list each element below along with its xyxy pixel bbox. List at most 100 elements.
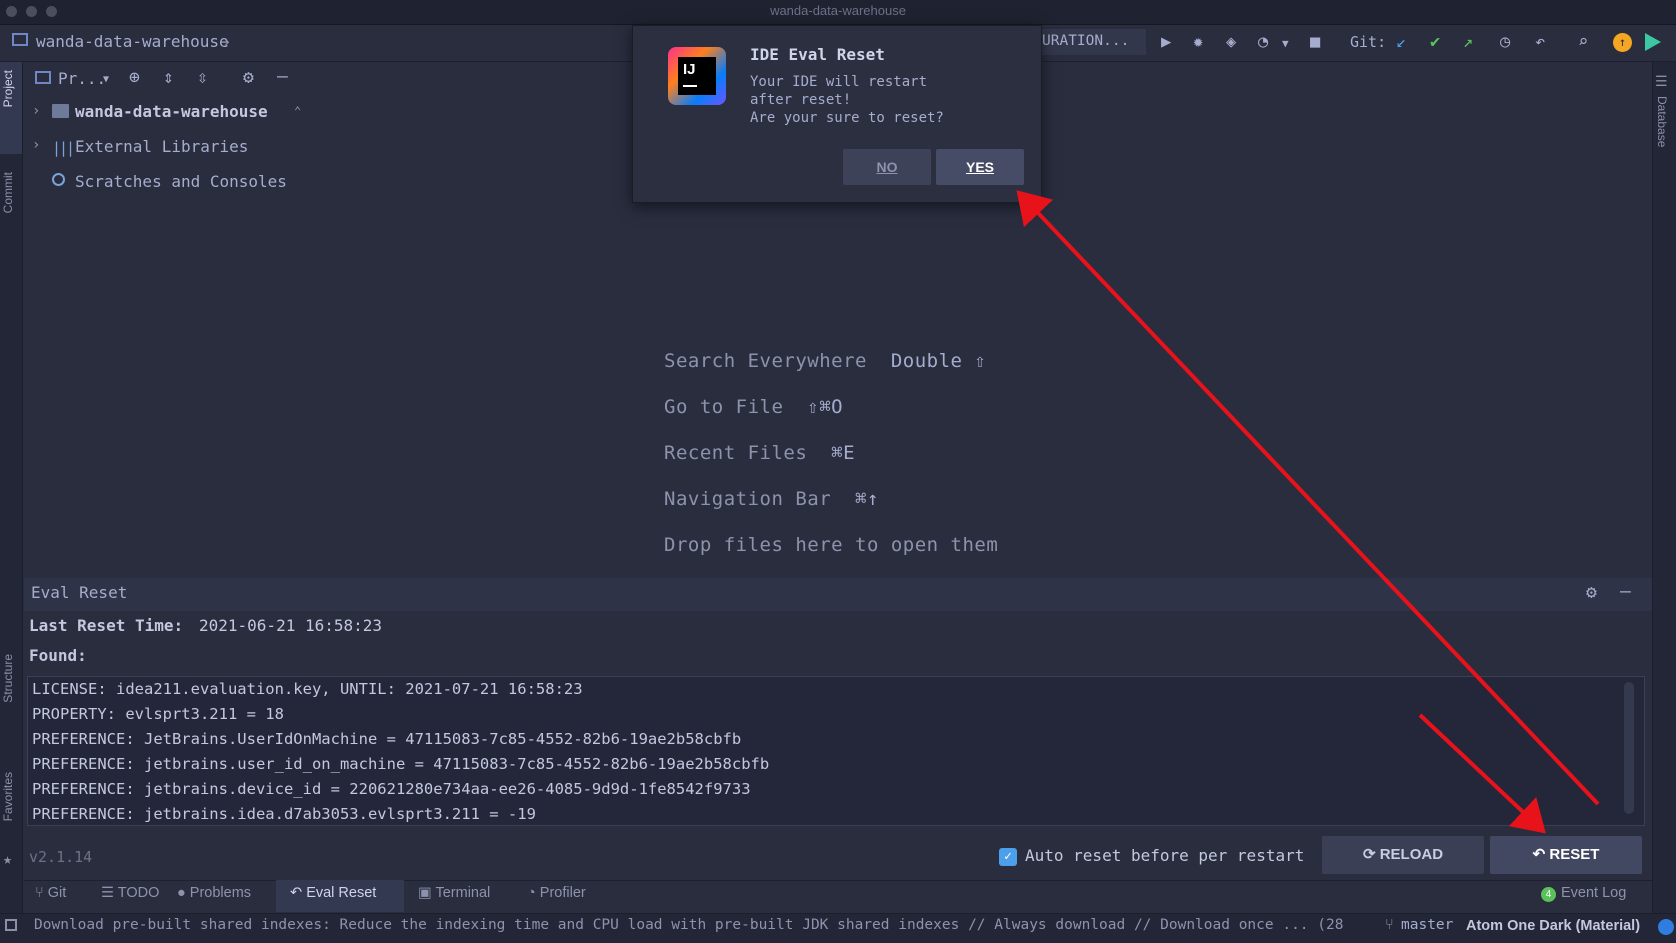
view-dropdown-icon[interactable]: ▼ <box>103 74 109 85</box>
collapse-all-icon[interactable]: ⇳ <box>197 67 208 88</box>
found-label: Found: <box>29 646 87 665</box>
hint-navigation-bar: Navigation Bar ⌘↑ <box>664 488 879 510</box>
found-entry: PROPERTY: evlsprt3.211 = 18 <box>32 705 284 723</box>
tool-window-tabs <box>24 880 1652 913</box>
profile-icon[interactable]: ◔ <box>1258 32 1268 52</box>
tab-todo[interactable]: ☰ TODO <box>101 885 159 901</box>
undo-icon: ↶ <box>290 885 303 901</box>
status-message[interactable]: Download pre-built shared indexes: Reduc… <box>34 917 1344 937</box>
expand-all-icon[interactable]: ⇕ <box>163 67 174 88</box>
last-reset-label: Last Reset Time: <box>29 616 184 635</box>
git-history-icon[interactable]: ◷ <box>1500 32 1510 52</box>
reset-label: RESET <box>1549 846 1600 863</box>
coverage-icon[interactable]: ◈ <box>1226 32 1236 52</box>
breadcrumb-chevron-icon: › <box>222 32 232 51</box>
window-title: wanda-data-warehouse <box>770 3 906 18</box>
panel-gear-icon[interactable]: ⚙ <box>1586 582 1597 603</box>
project-view-icon <box>35 71 51 84</box>
tree-item-external-libraries[interactable]: External Libraries <box>75 137 248 156</box>
tab-problems[interactable]: ● Problems <box>177 885 251 901</box>
tree-item-project-root[interactable]: wanda-data-warehouse <box>75 102 268 121</box>
plugin-icon[interactable] <box>1645 33 1661 51</box>
last-reset-value: 2021-06-21 16:58:23 <box>199 616 383 635</box>
auto-reset-checkbox[interactable]: ✓ <box>999 848 1017 866</box>
reload-button[interactable]: ⟳ RELOAD <box>1322 836 1484 874</box>
window-titlebar: wanda-data-warehouse <box>0 0 1676 25</box>
hint-search-everywhere: Search Everywhere Double ⇧ <box>664 350 987 372</box>
tree-item-scratches[interactable]: Scratches and Consoles <box>75 172 287 191</box>
search-icon[interactable]: ⌕ <box>1578 32 1588 52</box>
todo-list-icon: ☰ <box>101 885 114 901</box>
found-entry: PREFERENCE: jetbrains.device_id = 220621… <box>32 780 751 798</box>
stop-icon[interactable]: ■ <box>1310 32 1320 52</box>
profile-dropdown-icon[interactable]: ▼ <box>1282 37 1289 50</box>
eval-reset-header <box>24 578 1652 611</box>
reload-label: RELOAD <box>1379 846 1444 863</box>
intellij-logo-mark: IJ <box>678 57 716 95</box>
auto-reset-label: Auto reset before per restart <box>1025 846 1305 865</box>
tab-profiler[interactable]: ◔ Profiler <box>527 885 586 901</box>
debug-icon[interactable]: ✹ <box>1193 32 1203 52</box>
reset-icon: ↶ <box>1532 846 1546 863</box>
panel-hide-icon[interactable]: — <box>1620 581 1631 602</box>
module-folder-icon <box>52 104 69 118</box>
profiler-icon: ◔ <box>527 885 536 901</box>
event-log-badge: 4 <box>1541 887 1556 902</box>
toggle-tool-windows-icon[interactable] <box>5 919 17 931</box>
hint-go-to-file: Go to File ⇧⌘O <box>664 396 844 418</box>
update-icon[interactable]: ↑ <box>1613 33 1632 52</box>
reset-button[interactable]: ↶ RESET <box>1490 836 1642 874</box>
yes-button[interactable]: YES <box>936 149 1024 185</box>
tool-tab-project[interactable]: Project <box>1 70 15 107</box>
dialog-title: IDE Eval Reset <box>750 45 885 64</box>
git-update-icon[interactable]: ↙ <box>1396 32 1406 52</box>
breadcrumb-project[interactable]: wanda-data-warehouse <box>36 32 229 51</box>
found-entry: PREFERENCE: JetBrains.UserIdOnMachine = … <box>32 730 742 748</box>
found-list-scrollbar[interactable] <box>1624 682 1634 814</box>
root-caret-icon: ⌃ <box>294 104 302 118</box>
found-entry: LICENSE: idea211.evaluation.key, UNTIL: … <box>32 680 583 698</box>
run-config-label: URATION... <box>1042 33 1130 49</box>
hide-panel-icon[interactable]: — <box>277 66 288 87</box>
git-label: Git: <box>1350 33 1387 51</box>
intellij-logo: IJ <box>668 47 726 105</box>
run-icon[interactable]: ▶ <box>1161 32 1171 52</box>
project-view-selector[interactable]: Pr... <box>58 69 106 88</box>
favorites-star-icon: ★ <box>3 850 13 868</box>
git-rollback-icon[interactable]: ↶ <box>1535 32 1545 52</box>
problems-icon: ● <box>177 885 186 901</box>
gear-icon[interactable]: ⚙ <box>243 67 254 88</box>
libraries-icon: ||| <box>52 139 75 157</box>
expand-chevron-icon[interactable]: › <box>32 137 40 153</box>
dialog-message-line: Are your sure to reset? <box>750 110 944 126</box>
terminal-icon: ▣ <box>418 885 432 901</box>
tool-tab-commit[interactable]: Commit <box>1 172 15 213</box>
dialog-message-line: Your IDE will restart <box>750 74 928 90</box>
scratches-icon <box>52 173 65 186</box>
locate-file-icon[interactable]: ⊕ <box>129 67 140 88</box>
project-folder-icon <box>12 33 28 46</box>
tab-git[interactable]: ⑂ Git <box>35 885 66 901</box>
plugin-version: v2.1.14 <box>29 848 93 866</box>
git-branch[interactable]: master <box>1401 917 1453 933</box>
tool-tab-structure[interactable]: Structure <box>1 654 15 703</box>
tool-tab-database[interactable]: Database <box>1655 96 1669 147</box>
found-list <box>27 676 1645 826</box>
found-entry: PREFERENCE: jetbrains.user_id_on_machine… <box>32 755 770 773</box>
git-commit-icon[interactable]: ✔ <box>1430 32 1440 52</box>
right-tool-stripe <box>1652 62 1676 924</box>
tab-terminal[interactable]: ▣ Terminal <box>418 885 490 901</box>
tool-tab-favorites[interactable]: Favorites <box>1 772 15 821</box>
expand-chevron-icon[interactable]: › <box>32 103 40 119</box>
panel-title: Eval Reset <box>31 583 128 602</box>
run-configuration-selector[interactable]: URATION... <box>1040 29 1146 55</box>
tab-eval-reset[interactable]: ↶ Eval Reset <box>290 885 376 901</box>
theme-name[interactable]: Atom One Dark (Material) <box>1466 918 1640 934</box>
no-button[interactable]: NO <box>843 149 931 185</box>
tab-event-log[interactable]: Event Log <box>1561 885 1626 901</box>
git-push-icon[interactable]: ↗ <box>1463 32 1473 52</box>
git-branch-icon: ⑂ <box>35 885 44 901</box>
reload-icon: ⟳ <box>1362 846 1376 863</box>
hint-recent-files: Recent Files ⌘E <box>664 442 856 464</box>
notification-icon[interactable] <box>1658 919 1674 935</box>
